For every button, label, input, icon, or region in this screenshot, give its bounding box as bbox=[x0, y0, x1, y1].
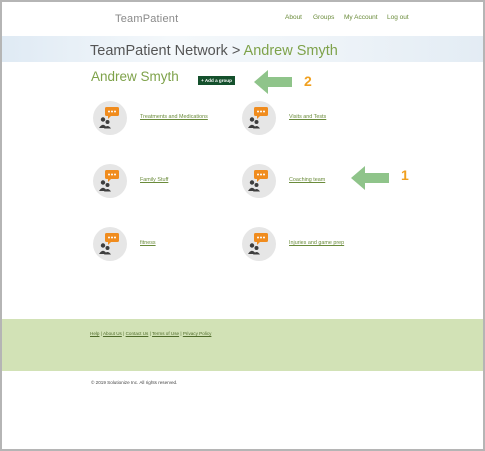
footer-link-terms-of-use[interactable]: Terms of Use bbox=[152, 331, 179, 336]
group-link[interactable]: Treatments and Medications bbox=[140, 114, 208, 120]
annotation-label-1: 1 bbox=[401, 167, 409, 183]
group-chat-icon bbox=[242, 227, 276, 261]
nav-log-out[interactable]: Log out bbox=[387, 14, 409, 21]
group-chat-icon bbox=[93, 227, 127, 261]
footer-link-contact-us[interactable]: Contact Us bbox=[126, 331, 149, 336]
hero-banner: TeamPatient Network > Andrew Smyth bbox=[2, 36, 483, 62]
group-chat-icon bbox=[93, 101, 127, 135]
group-chat-icon bbox=[93, 164, 127, 198]
footer-links: Help | About Us | Contact Us | Terms of … bbox=[90, 331, 211, 336]
page-frame: TeamPatient About Groups My Account Log … bbox=[2, 2, 483, 449]
top-navigation-bar: TeamPatient About Groups My Account Log … bbox=[2, 2, 483, 36]
group-link[interactable]: Family Stuff bbox=[140, 177, 168, 183]
nav-my-account[interactable]: My Account bbox=[344, 14, 378, 21]
breadcrumb-separator: > bbox=[227, 43, 244, 59]
copyright-text: © 2019 Solutionize Inc. All rights reser… bbox=[91, 380, 178, 385]
footer-link-about-us[interactable]: About Us bbox=[103, 331, 122, 336]
breadcrumb-network[interactable]: TeamPatient Network bbox=[90, 43, 228, 59]
brand-logo[interactable]: TeamPatient bbox=[115, 13, 178, 25]
page-title: Andrew Smyth bbox=[91, 69, 179, 84]
breadcrumb-current: Andrew Smyth bbox=[243, 43, 338, 59]
group-link[interactable]: Injuries and game prep bbox=[289, 240, 344, 246]
group-chat-icon bbox=[242, 164, 276, 198]
annotation-arrow-1 bbox=[351, 166, 389, 190]
footer-link-privacy-policy[interactable]: Privacy Policy bbox=[183, 331, 212, 336]
nav-groups[interactable]: Groups bbox=[313, 14, 334, 21]
group-link[interactable]: fitness bbox=[140, 240, 156, 246]
group-link[interactable]: Coaching team bbox=[289, 177, 325, 183]
nav-about[interactable]: About bbox=[285, 14, 302, 21]
add-group-button[interactable]: + Add a group bbox=[198, 76, 235, 85]
breadcrumb: TeamPatient Network > Andrew Smyth bbox=[90, 43, 338, 59]
group-chat-icon bbox=[242, 101, 276, 135]
footer-band: Help | About Us | Contact Us | Terms of … bbox=[2, 319, 483, 371]
group-link[interactable]: Visits and Tests bbox=[289, 114, 326, 120]
annotation-arrow-2 bbox=[254, 70, 292, 94]
annotation-label-2: 2 bbox=[304, 73, 312, 89]
